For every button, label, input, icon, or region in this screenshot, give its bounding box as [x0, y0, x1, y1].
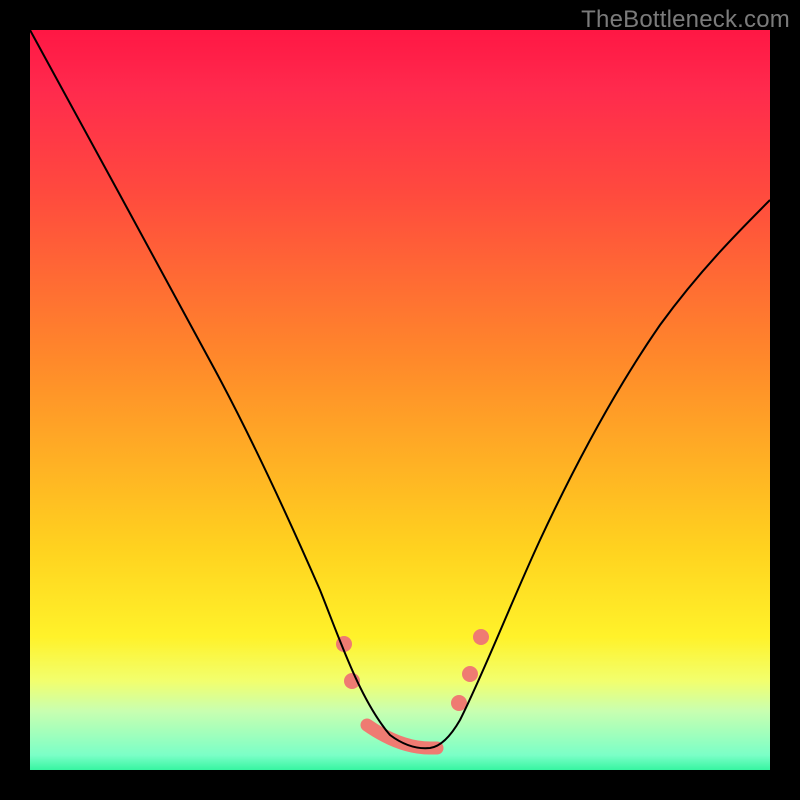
plot-area: [30, 30, 770, 770]
valley-markers: [336, 629, 489, 748]
chart-frame: TheBottleneck.com: [0, 0, 800, 800]
bottleneck-curve: [30, 30, 770, 748]
watermark-text: TheBottleneck.com: [581, 6, 790, 34]
chart-svg: [30, 30, 770, 770]
